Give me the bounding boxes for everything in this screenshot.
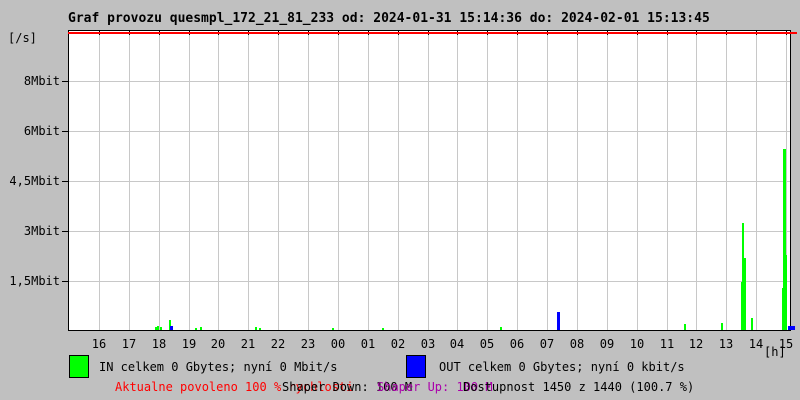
x-gridline xyxy=(189,31,190,330)
y-tick-label: 1,5Mbit xyxy=(9,274,60,288)
legend-in-swatch xyxy=(69,355,89,378)
x-gridline xyxy=(278,31,279,330)
availability-text: Dostupnost 1450 z 1440 (100.7 %) xyxy=(463,380,695,394)
x-gridline xyxy=(159,31,160,330)
x-tick-label: 01 xyxy=(360,337,376,351)
x-gridline xyxy=(398,31,399,330)
y-axis-unit-label: [/s] xyxy=(8,31,37,45)
legend-out-swatch xyxy=(406,355,426,378)
x-tick-label: 07 xyxy=(539,337,555,351)
x-tick-label: 23 xyxy=(300,337,316,351)
y-tick-label: 8Mbit xyxy=(23,74,60,88)
traffic-bar-in xyxy=(786,255,787,330)
x-gridline xyxy=(129,31,130,330)
traffic-bar-in xyxy=(721,323,723,330)
x-tick-label: 05 xyxy=(479,337,495,351)
x-gridline xyxy=(547,31,548,330)
y-gridline xyxy=(69,281,790,282)
y-tick-label: 4,5Mbit xyxy=(9,174,60,188)
traffic-bar-in xyxy=(684,324,686,330)
y-tick-label: 6Mbit xyxy=(23,124,60,138)
y-tick-mark xyxy=(62,181,68,182)
x-gridline xyxy=(368,31,369,330)
x-tick-label: 16 xyxy=(91,337,107,351)
traffic-graph-page: Graf provozu quesmpl_172_21_81_233 od: 2… xyxy=(0,0,800,400)
x-tick-label: 21 xyxy=(240,337,256,351)
traffic-bar-in xyxy=(751,318,753,330)
y-tick-mark xyxy=(62,231,68,232)
x-gridline xyxy=(726,31,727,330)
x-gridline xyxy=(338,31,339,330)
legend-in-label: IN celkem 0 Gbytes; nyní 0 Mbit/s xyxy=(99,360,338,374)
x-tick-label: 12 xyxy=(688,337,704,351)
y-gridline xyxy=(69,81,790,82)
traffic-bar-out xyxy=(788,326,795,330)
y-gridline xyxy=(69,181,790,182)
x-tick-label: 10 xyxy=(629,337,645,351)
traffic-bar-in xyxy=(157,326,159,330)
y-tick-label: 3Mbit xyxy=(23,224,60,238)
traffic-bar-in xyxy=(160,327,162,330)
x-tick-label: 14 xyxy=(748,337,764,351)
traffic-bar-in xyxy=(255,327,257,330)
traffic-bar-in xyxy=(744,258,746,330)
x-tick-label: 19 xyxy=(181,337,197,351)
x-tick-label: 03 xyxy=(420,337,436,351)
x-gridline xyxy=(248,31,249,330)
traffic-bar-in xyxy=(200,327,202,330)
x-gridline xyxy=(457,31,458,330)
y-gridline xyxy=(69,231,790,232)
x-gridline xyxy=(696,31,697,330)
x-tick-label: 20 xyxy=(210,337,226,351)
x-tick-label: 11 xyxy=(659,337,675,351)
x-gridline xyxy=(428,31,429,330)
traffic-bar-in xyxy=(259,328,261,330)
x-tick-label: 08 xyxy=(569,337,585,351)
traffic-bar-in xyxy=(382,328,384,330)
traffic-bar-out xyxy=(557,312,560,330)
x-gridline xyxy=(99,31,100,330)
x-tick-label: 18 xyxy=(151,337,167,351)
x-gridline xyxy=(607,31,608,330)
x-gridline xyxy=(218,31,219,330)
traffic-bar-in xyxy=(332,328,334,330)
x-tick-label: 00 xyxy=(330,337,346,351)
plot-area xyxy=(68,30,795,331)
traffic-bar-in xyxy=(195,328,197,330)
x-tick-label: 22 xyxy=(270,337,286,351)
x-gridline xyxy=(577,31,578,330)
x-gridline xyxy=(756,31,757,330)
x-gridline xyxy=(637,31,638,330)
y-tick-mark xyxy=(62,281,68,282)
y-tick-mark xyxy=(62,131,68,132)
x-gridline xyxy=(308,31,309,330)
x-tick-label: 17 xyxy=(121,337,137,351)
x-tick-label: 02 xyxy=(390,337,406,351)
x-tick-label: 06 xyxy=(509,337,525,351)
x-tick-label: 13 xyxy=(718,337,734,351)
limit-line xyxy=(68,32,797,34)
y-tick-mark xyxy=(62,81,68,82)
traffic-bar-in xyxy=(500,327,502,330)
x-tick-label: 04 xyxy=(449,337,465,351)
graph-title: Graf provozu quesmpl_172_21_81_233 od: 2… xyxy=(68,11,710,26)
legend-out-label: OUT celkem 0 Gbytes; nyní 0 kbit/s xyxy=(439,360,685,374)
y-gridline xyxy=(69,131,790,132)
x-tick-label: 15 xyxy=(778,337,794,351)
x-gridline xyxy=(667,31,668,330)
x-tick-label: 09 xyxy=(599,337,615,351)
x-gridline xyxy=(487,31,488,330)
x-gridline xyxy=(517,31,518,330)
traffic-bar-out xyxy=(170,326,173,330)
